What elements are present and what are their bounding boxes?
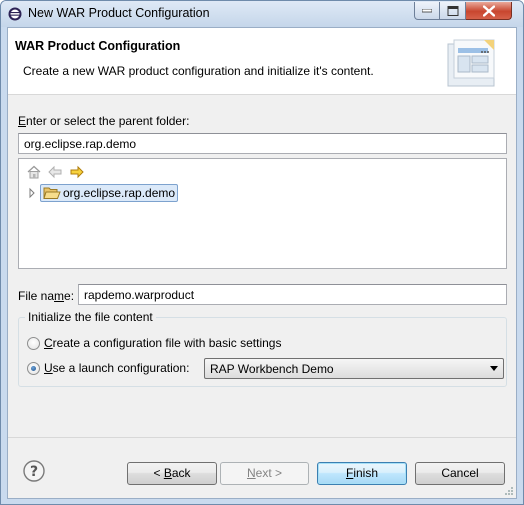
close-button[interactable] (466, 2, 512, 20)
expand-arrow-icon[interactable] (27, 187, 37, 199)
wizard-banner: WAR Product Configuration Create a new W… (8, 28, 516, 95)
wizard-description: Create a new WAR product configuration a… (23, 64, 374, 78)
open-folder-icon (43, 187, 61, 199)
launch-config-label[interactable]: Use a launch configuration: (44, 361, 189, 375)
finish-button[interactable]: Finish (317, 462, 407, 485)
radio-selected-dot (31, 366, 36, 371)
wizard-product-icon (447, 39, 495, 87)
next-button[interactable]: Next > (220, 462, 309, 485)
back-button[interactable]: < Back (127, 462, 217, 485)
tree-item-label: org.eclipse.rap.demo (63, 186, 176, 200)
chevron-down-icon (490, 366, 498, 371)
forward-arrow-icon[interactable] (69, 164, 85, 180)
wizard-title: WAR Product Configuration (15, 39, 181, 53)
home-icon[interactable] (26, 164, 42, 180)
parent-folder-input[interactable]: org.eclipse.rap.demo (18, 133, 507, 154)
launch-config-dropdown[interactable]: RAP Workbench Demo (204, 358, 504, 379)
footer-separator (8, 437, 516, 438)
basic-settings-label[interactable]: Create a configuration file with basic s… (44, 336, 281, 350)
file-name-label: File name: (18, 289, 75, 303)
window-title: New WAR Product Configuration (28, 6, 210, 20)
maximize-icon (447, 5, 458, 16)
launch-config-radio[interactable] (27, 362, 40, 375)
minimize-icon (422, 8, 432, 12)
cancel-button[interactable]: Cancel (415, 462, 505, 485)
basic-settings-radio[interactable] (27, 337, 40, 350)
back-arrow-icon[interactable] (47, 164, 63, 180)
dialog-content: WAR Product Configuration Create a new W… (7, 27, 517, 499)
group-title: Initialize the file content (25, 310, 156, 324)
container-tree[interactable]: org.eclipse.rap.demo (18, 158, 507, 269)
resize-grip-icon[interactable] (504, 486, 514, 496)
svg-text:?: ? (30, 464, 38, 480)
minimize-button[interactable] (414, 2, 440, 20)
file-name-input[interactable]: rapdemo.warproduct (78, 284, 507, 305)
maximize-button[interactable] (440, 2, 466, 20)
help-icon[interactable]: ? (23, 460, 45, 482)
initialize-group: Initialize the file content Create a con… (18, 310, 507, 387)
eclipse-logo-icon (8, 7, 22, 21)
parent-folder-label: Enter or select the parent folder: (18, 114, 190, 128)
close-icon (482, 5, 495, 16)
dialog-window: New WAR Product Configuration WAR Produc… (0, 0, 524, 505)
launch-config-value: RAP Workbench Demo (210, 362, 334, 376)
title-bar[interactable]: New WAR Product Configuration (1, 1, 523, 27)
